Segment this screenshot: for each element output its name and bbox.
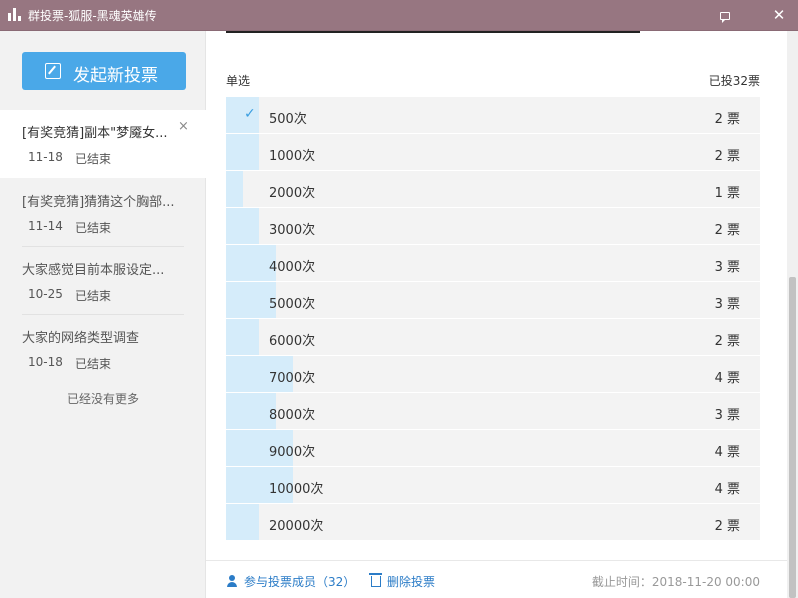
vote-list-item[interactable]: 大家的网络类型调查 10-18 已结束	[0, 315, 206, 383]
delete-vote-label: 删除投票	[387, 575, 436, 589]
option-label: 9000次	[269, 445, 316, 460]
vote-type-label: 单选	[226, 74, 251, 88]
vote-date: 10-18	[28, 355, 63, 369]
vote-option-row[interactable]: 20000次 2 票	[226, 504, 760, 541]
option-vote-count: 1 票	[714, 186, 740, 201]
vote-title: 大家的网络类型调查	[22, 331, 140, 346]
window-title: 群投票-狐服-黑魂英雄传	[28, 9, 157, 23]
vote-status: 已结束	[75, 289, 112, 303]
members-link-label: 参与投票成员（32）	[244, 575, 356, 589]
scrollbar[interactable]	[787, 31, 798, 598]
option-label: 10000次	[269, 482, 324, 497]
vote-title: 大家感觉目前本服设定...	[22, 263, 165, 278]
vote-option-row[interactable]: 5000次 3 票	[226, 282, 760, 319]
title-bar: 群投票-狐服-黑魂英雄传 ✕	[0, 0, 798, 31]
total-votes-label: 已投32票	[708, 74, 760, 88]
vote-list-item[interactable]: [有奖竞猜]副本"梦魇女... × 11-18 已结束	[0, 110, 206, 178]
option-vote-count: 4 票	[714, 445, 740, 460]
vote-option-row[interactable]: 7000次 4 票	[226, 356, 760, 393]
sidebar: 发起新投票 [有奖竞猜]副本"梦魇女... × 11-18 已结束 [有奖竞猜]…	[0, 31, 206, 598]
vote-progress-bar	[226, 319, 259, 355]
vote-option-row[interactable]: 4000次 3 票	[226, 245, 760, 282]
feedback-icon[interactable]	[714, 4, 736, 26]
new-vote-label: 发起新投票	[73, 66, 158, 86]
vote-date: 10-25	[28, 287, 63, 301]
vote-title: [有奖竞猜]猜猜这个胸部...	[22, 195, 175, 210]
vote-progress-bar	[226, 134, 259, 170]
vote-progress-bar	[226, 171, 243, 207]
trash-icon	[369, 573, 382, 587]
vote-option-row[interactable]: 10000次 4 票	[226, 467, 760, 504]
option-label: 20000次	[269, 519, 324, 534]
option-label: 6000次	[269, 334, 316, 349]
vote-option-row[interactable]: 1000次 2 票	[226, 134, 760, 171]
vote-status: 已结束	[75, 357, 112, 371]
option-label: 500次	[269, 112, 307, 127]
vote-list-item[interactable]: 大家感觉目前本服设定... 10-25 已结束	[0, 247, 206, 315]
bar-chart-icon	[8, 8, 22, 21]
vote-date: 11-14	[28, 219, 63, 233]
vote-options-list: ✓ 500次 2 票 1000次 2 票 2000次 1 票 3000次 2 票 4000次 3 票…	[226, 97, 760, 541]
option-label: 3000次	[269, 223, 316, 238]
option-label: 2000次	[269, 186, 316, 201]
vote-progress-bar	[226, 504, 259, 540]
delete-vote-link[interactable]: 删除投票	[369, 573, 436, 590]
close-icon[interactable]: ×	[178, 119, 189, 134]
option-label: 1000次	[269, 149, 316, 164]
edit-icon	[45, 63, 61, 79]
option-vote-count: 2 票	[714, 223, 740, 238]
option-vote-count: 2 票	[714, 112, 740, 127]
option-vote-count: 2 票	[714, 519, 740, 534]
scrollbar-thumb[interactable]	[789, 277, 796, 598]
option-vote-count: 4 票	[714, 371, 740, 386]
divider	[226, 31, 640, 33]
vote-list-item[interactable]: [有奖竞猜]猜猜这个胸部... 11-14 已结束	[0, 179, 206, 247]
option-vote-count: 2 票	[714, 334, 740, 349]
option-vote-count: 3 票	[714, 408, 740, 423]
vote-date: 11-18	[28, 150, 63, 164]
vote-option-row[interactable]: 9000次 4 票	[226, 430, 760, 467]
option-label: 8000次	[269, 408, 316, 423]
vote-detail-panel: 单选 已投32票 ✓ 500次 2 票 1000次 2 票 2000次 1 票 3000次 2 …	[206, 31, 787, 598]
option-label: 7000次	[269, 371, 316, 386]
close-icon[interactable]: ✕	[768, 4, 790, 26]
vote-option-row[interactable]: 3000次 2 票	[226, 208, 760, 245]
vote-option-row[interactable]: 6000次 2 票	[226, 319, 760, 356]
option-label: 5000次	[269, 297, 316, 312]
vote-option-row[interactable]: ✓ 500次 2 票	[226, 97, 760, 134]
option-vote-count: 2 票	[714, 149, 740, 164]
vote-status: 已结束	[75, 221, 112, 235]
option-vote-count: 4 票	[714, 482, 740, 497]
deadline-text: 截止时间：2018-11-20 00:00	[591, 575, 760, 589]
panel-footer: 参与投票成员（32） 删除投票 截止时间：2018-11-20 00:00	[206, 560, 787, 598]
vote-progress-bar	[226, 208, 259, 244]
vote-option-row[interactable]: 8000次 3 票	[226, 393, 760, 430]
user-icon	[226, 575, 238, 587]
vote-option-row[interactable]: 2000次 1 票	[226, 171, 760, 208]
option-label: 4000次	[269, 260, 316, 275]
new-vote-button[interactable]: 发起新投票	[22, 52, 186, 90]
vote-status: 已结束	[75, 152, 112, 166]
vote-title: [有奖竞猜]副本"梦魇女...	[22, 126, 168, 141]
option-vote-count: 3 票	[714, 260, 740, 275]
members-link[interactable]: 参与投票成员（32）	[226, 573, 355, 590]
checkmark-icon: ✓	[244, 106, 256, 122]
option-vote-count: 3 票	[714, 297, 740, 312]
no-more-text: 已经没有更多	[66, 392, 139, 406]
